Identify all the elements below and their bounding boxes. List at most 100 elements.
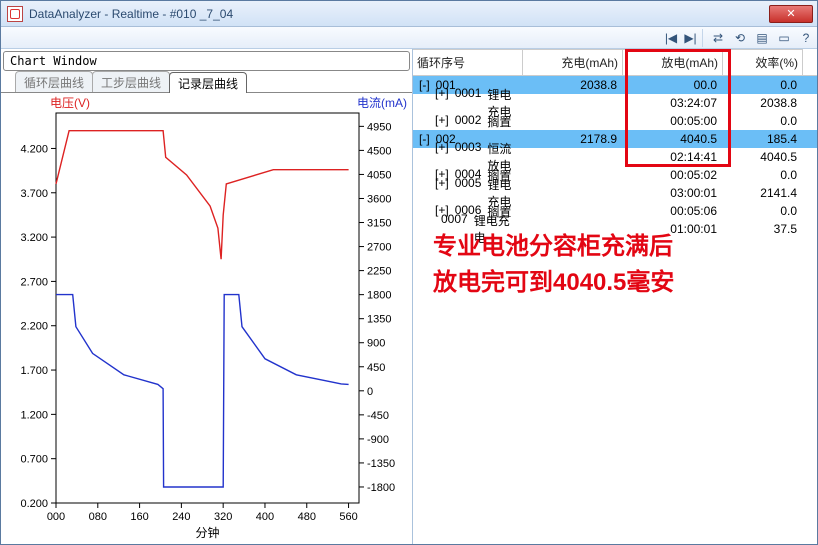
refresh-icon: ⟲ — [735, 31, 745, 45]
titlebar: DataAnalyzer - Realtime - #010 _7_04 ✕ — [1, 1, 817, 27]
row-effic: 0.0 — [723, 77, 803, 93]
row-effic: 0.0 — [723, 113, 803, 129]
row-discharge: 00:05:00 — [623, 113, 723, 129]
sync-icon: ⇄ — [713, 31, 723, 45]
grid-row[interactable]: [+]0001锂电充电03:24:072038.8 — [413, 94, 817, 112]
svg-text:3.200: 3.200 — [20, 232, 48, 244]
row-effic: 2038.8 — [723, 95, 803, 111]
grid-row[interactable]: [+] 0002 搁置 00:05:000.0 — [413, 112, 817, 130]
data-panel: 循环序号 充电(mAh) 放电(mAh) 效率(%) [-]0012038.80… — [413, 49, 817, 544]
svg-text:4950: 4950 — [367, 121, 391, 133]
collapse-button[interactable]: ▭ — [774, 29, 794, 47]
chart-panel: Chart Window 循环层曲线 工步层曲线 记录层曲线 000 080 160… — [1, 49, 413, 544]
svg-text:1350: 1350 — [367, 314, 391, 326]
annotation: 专业电池分容柜充满后 放电完可到4040.5毫安 — [433, 229, 674, 301]
row-effic: 4040.5 — [723, 149, 803, 165]
tab-record-curve[interactable]: 记录层曲线 — [169, 72, 247, 93]
header-cycle[interactable]: 循环序号 — [413, 49, 523, 75]
app-icon — [7, 6, 23, 22]
svg-text:4050: 4050 — [367, 169, 391, 181]
row-charge — [523, 156, 623, 158]
header-charge[interactable]: 充电(mAh) — [523, 49, 623, 75]
svg-text:-1350: -1350 — [367, 458, 395, 470]
svg-text:1800: 1800 — [367, 290, 391, 302]
row-discharge: 03:00:01 — [623, 185, 723, 201]
row-effic: 0.0 — [723, 167, 803, 183]
svg-text:2700: 2700 — [367, 242, 391, 254]
annotation-line2: 放电完可到4040.5毫安 — [433, 265, 674, 301]
expand-button[interactable]: ▤ — [752, 29, 772, 47]
svg-text:0.200: 0.200 — [20, 498, 48, 510]
svg-text:450: 450 — [367, 362, 385, 374]
grid-row[interactable]: [+]0003恒流放电02:14:414040.5 — [413, 148, 817, 166]
svg-text:分钟: 分钟 — [195, 525, 219, 540]
svg-text:080: 080 — [89, 511, 107, 523]
row-discharge: 00:05:06 — [623, 203, 723, 219]
close-button[interactable]: ✕ — [769, 5, 813, 23]
svg-text:400: 400 — [256, 511, 274, 523]
next-icon: ▶| — [684, 31, 696, 45]
sync1-button[interactable]: ⇄ — [708, 29, 728, 47]
svg-text:240: 240 — [172, 511, 190, 523]
main: Chart Window 循环层曲线 工步层曲线 记录层曲线 000 080 160… — [1, 49, 817, 544]
chart-tabs: 循环层曲线 工步层曲线 记录层曲线 — [1, 73, 412, 93]
tab-step-curve[interactable]: 工步层曲线 — [92, 71, 170, 92]
row-discharge: 00:05:02 — [623, 167, 723, 183]
sync2-button[interactable]: ⟲ — [730, 29, 750, 47]
row-discharge: 03:24:07 — [623, 95, 723, 111]
svg-text:电流(mA): 电流(mA) — [357, 96, 407, 110]
expand-toggle[interactable]: [+] — [435, 113, 449, 130]
tab-cycle-curve[interactable]: 循环层曲线 — [15, 71, 93, 92]
grid-header: 循环序号 充电(mAh) 放电(mAh) 效率(%) — [413, 49, 817, 76]
chart-area[interactable]: 000 080 160 240 320 400 480 560 分钟 0.200 0.700 1.20… — [1, 93, 412, 544]
row-effic: 0.0 — [723, 203, 803, 219]
svg-text:-1800: -1800 — [367, 482, 395, 494]
header-discharge[interactable]: 放电(mAh) — [623, 49, 723, 75]
annotation-line1: 专业电池分容柜充满后 — [433, 229, 674, 265]
expand-icon: ▤ — [756, 31, 767, 45]
header-effic[interactable]: 效率(%) — [723, 49, 803, 75]
grid-row[interactable]: [+]0005锂电充电03:00:012141.4 — [413, 184, 817, 202]
svg-text:2250: 2250 — [367, 266, 391, 278]
svg-text:2.200: 2.200 — [20, 321, 48, 333]
grid-body[interactable]: [-]0012038.800.00.0[+]0001锂电充电03:24:0720… — [413, 76, 817, 238]
row-charge — [523, 210, 623, 212]
svg-text:电压(V): 电压(V) — [50, 96, 90, 110]
row-discharge: 00.0 — [623, 77, 723, 93]
svg-text:000: 000 — [47, 511, 65, 523]
row-charge — [523, 120, 623, 122]
svg-text:560: 560 — [339, 511, 357, 523]
help-button[interactable]: ? — [796, 29, 816, 47]
row-discharge: 4040.5 — [623, 131, 723, 147]
prev-icon: |◀ — [665, 31, 677, 45]
row-charge: 2038.8 — [523, 77, 623, 93]
row-effic: 2141.4 — [723, 185, 803, 201]
row-charge — [523, 174, 623, 176]
chart-window-title: Chart Window — [3, 51, 410, 71]
row-id: 0002 — [455, 113, 482, 130]
svg-text:4500: 4500 — [367, 145, 391, 157]
svg-text:1.700: 1.700 — [20, 365, 48, 377]
row-charge — [523, 192, 623, 194]
svg-text:0.700: 0.700 — [20, 454, 48, 466]
svg-text:0: 0 — [367, 386, 373, 398]
close-icon: ✕ — [786, 7, 795, 20]
prev-record-button[interactable]: |◀ — [661, 29, 681, 47]
toolbar: |◀ ▶| ⇄ ⟲ ▤ ▭ ? — [1, 27, 817, 49]
row-charge — [523, 102, 623, 104]
svg-text:160: 160 — [130, 511, 148, 523]
svg-text:4.200: 4.200 — [20, 143, 48, 155]
next-record-button[interactable]: ▶| — [683, 29, 703, 47]
svg-text:3.700: 3.700 — [20, 188, 48, 200]
row-charge: 2178.9 — [523, 131, 623, 147]
svg-text:3150: 3150 — [367, 218, 391, 230]
svg-text:320: 320 — [214, 511, 232, 523]
svg-text:-900: -900 — [367, 434, 389, 446]
svg-text:3600: 3600 — [367, 193, 391, 205]
svg-text:1.200: 1.200 — [20, 409, 48, 421]
collapse-icon: ▭ — [778, 31, 789, 45]
svg-text:480: 480 — [298, 511, 316, 523]
row-effic: 185.4 — [723, 131, 803, 147]
help-icon: ? — [803, 31, 810, 45]
row-desc: 搁置 — [487, 113, 511, 130]
